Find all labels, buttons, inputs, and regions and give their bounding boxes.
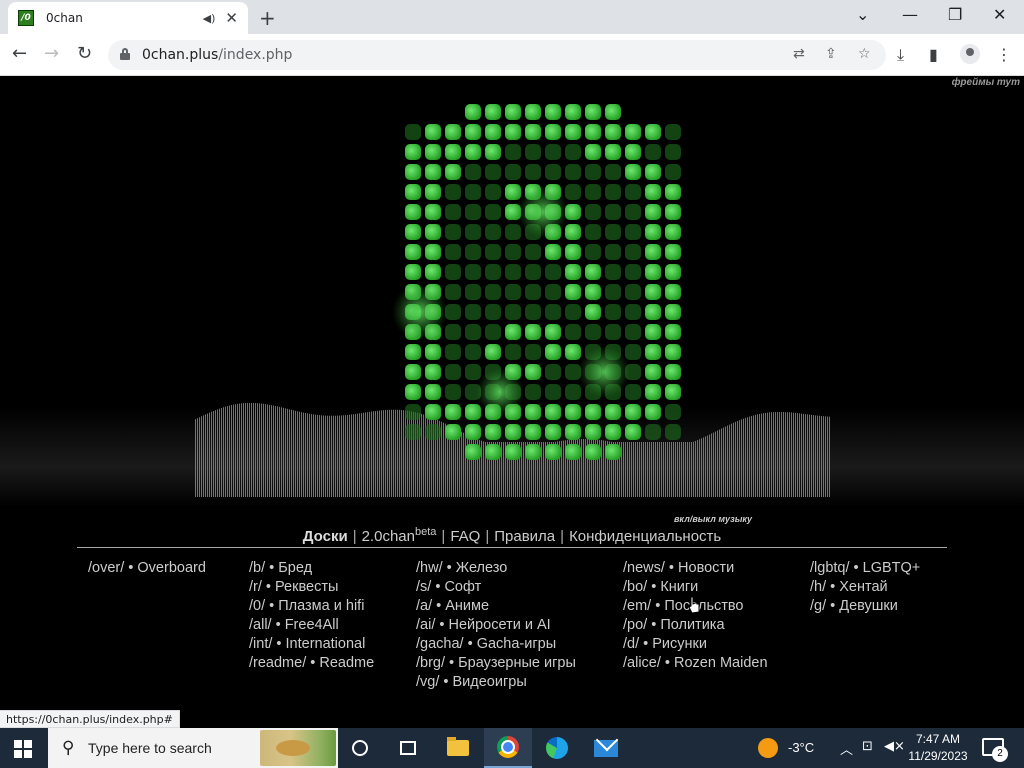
- network-icon[interactable]: ⊡: [862, 739, 873, 754]
- menu-rules[interactable]: Правила: [494, 528, 555, 545]
- windows-start-icon[interactable]: [14, 740, 32, 758]
- speaker-icon[interactable]: ◀): [203, 12, 216, 25]
- board-link[interactable]: /a/ • Аниме: [416, 597, 576, 616]
- board-column-3: /hw/ • Железо /s/ • Софт /a/ • Аниме /ai…: [416, 559, 576, 692]
- forward-button[interactable]: →: [44, 43, 59, 64]
- close-window-button[interactable]: ✕: [993, 5, 1006, 24]
- board-link[interactable]: /b/ • Бред: [249, 559, 374, 578]
- side-panel-icon[interactable]: ▮: [929, 45, 938, 64]
- back-button[interactable]: ←: [12, 43, 27, 64]
- reload-button[interactable]: ↻: [77, 43, 92, 64]
- board-link[interactable]: /brg/ • Браузерные игры: [416, 654, 576, 673]
- bookmark-star-icon[interactable]: ☆: [858, 46, 871, 62]
- board-column-1: /over/ • Overboard: [88, 559, 206, 578]
- taskbar-search-box[interactable]: ⚲ Type here to search: [48, 728, 338, 768]
- tab-search-chevron-icon[interactable]: ⌄: [856, 5, 869, 24]
- board-link[interactable]: /all/ • Free4All: [249, 616, 374, 635]
- menu-boards[interactable]: Доски: [303, 528, 348, 545]
- tab-title: 0chan: [46, 11, 83, 25]
- logo-dot-matrix: [405, 104, 681, 460]
- download-icon[interactable]: ⤓: [897, 45, 904, 65]
- board-column-2: /b/ • Бред /r/ • Реквесты /0/ • Плазма и…: [249, 559, 374, 673]
- edge-icon[interactable]: [533, 728, 581, 768]
- top-menu: Доски | 2.0chanbeta | FAQ | Правила | Конфиденци…: [302, 526, 722, 545]
- menu-privacy[interactable]: Конфиденциальность: [569, 528, 721, 545]
- taskbar-clock[interactable]: 7:47 AM 11/29/2023: [906, 731, 970, 765]
- frames-link[interactable]: фреймы тут: [952, 77, 1020, 88]
- share-icon[interactable]: ⇪: [825, 46, 837, 62]
- lock-icon[interactable]: [120, 48, 130, 60]
- board-link[interactable]: /d/ • Рисунки: [623, 635, 768, 654]
- board-link[interactable]: /0/ • Плазма и hifi: [249, 597, 374, 616]
- board-link[interactable]: /bo/ • Книги: [623, 578, 768, 597]
- board-link[interactable]: /lgbtq/ • LGBTQ+: [810, 559, 920, 578]
- clock-date: 11/29/2023: [908, 749, 968, 763]
- board-link[interactable]: /hw/ • Железо: [416, 559, 576, 578]
- profile-avatar[interactable]: [960, 44, 980, 64]
- board-link[interactable]: /readme/ • Readme: [249, 654, 374, 673]
- translate-icon[interactable]: ⇄: [793, 46, 805, 62]
- notification-count-badge: 2: [992, 746, 1008, 762]
- link-status-bar: https://0chan.plus/index.php#: [0, 710, 180, 728]
- board-link[interactable]: /g/ • Девушки: [810, 597, 920, 616]
- board-link[interactable]: /s/ • Софт: [416, 578, 576, 597]
- site-logo-visualizer: [195, 104, 830, 497]
- browser-tabstrip: /0 0chan ◀) ✕ + ⌄ — ❐ ✕: [0, 0, 1024, 34]
- file-explorer-icon[interactable]: [434, 728, 482, 768]
- tray-chevron-icon[interactable]: ︿: [840, 739, 853, 758]
- search-icon: ⚲: [62, 738, 75, 758]
- menu-faq[interactable]: FAQ: [450, 528, 480, 545]
- mail-icon[interactable]: [582, 728, 630, 768]
- menu-divider: [77, 547, 947, 548]
- url-text[interactable]: 0chan.plus/index.php: [142, 47, 292, 63]
- address-bar[interactable]: 0chan.plus/index.php ⇄ ⇪ ☆: [108, 40, 886, 70]
- board-link[interactable]: /po/ • Политика: [623, 616, 768, 635]
- menu-2-0chan[interactable]: 2.0chanbeta: [362, 526, 437, 545]
- weather-sun-icon[interactable]: [758, 738, 778, 758]
- browser-tab-active[interactable]: /0 0chan ◀) ✕: [8, 2, 248, 34]
- board-link[interactable]: /gacha/ • Gacha-игры: [416, 635, 576, 654]
- menu-kebab-icon[interactable]: ⋮: [996, 45, 1012, 64]
- task-view-button[interactable]: [384, 728, 432, 768]
- clock-time: 7:47 AM: [915, 732, 961, 746]
- hand-cursor-icon: [688, 596, 700, 614]
- board-column-4: /news/ • Новости /bo/ • Книги /em/ • Пос…: [623, 559, 768, 673]
- search-highlight-image[interactable]: [260, 730, 336, 766]
- board-link[interactable]: /int/ • International: [249, 635, 374, 654]
- close-tab-icon[interactable]: ✕: [225, 9, 238, 27]
- restore-button[interactable]: ❐: [948, 5, 962, 24]
- volume-muted-icon[interactable]: ◀×: [884, 739, 905, 754]
- music-toggle-link[interactable]: вкл/выкл музыку: [674, 514, 752, 524]
- minimize-button[interactable]: —: [902, 5, 918, 24]
- search-placeholder[interactable]: Type here to search: [88, 740, 212, 756]
- board-column-5: /lgbtq/ • LGBTQ+ /h/ • Хентай /g/ • Деву…: [810, 559, 920, 616]
- new-tab-button[interactable]: +: [259, 6, 276, 30]
- board-link[interactable]: /alice/ • Rozen Maiden: [623, 654, 768, 673]
- board-link[interactable]: /news/ • Новости: [623, 559, 768, 578]
- cortana-button[interactable]: [336, 728, 384, 768]
- board-link[interactable]: /vg/ • Видеоигры: [416, 673, 576, 692]
- page-content: фреймы тут вкл/выкл музыку Доски | 2.0chan…: [0, 77, 1024, 728]
- site-favicon: /0: [18, 10, 34, 26]
- board-link[interactable]: /over/ • Overboard: [88, 559, 206, 578]
- board-link[interactable]: /r/ • Реквесты: [249, 578, 374, 597]
- browser-toolbar: ← → ↻ 0chan.plus/index.php ⇄ ⇪ ☆ ⤓ ▮ ⋮: [0, 34, 1024, 76]
- weather-temperature[interactable]: -3°C: [788, 740, 814, 755]
- chrome-icon[interactable]: [484, 728, 532, 768]
- board-link[interactable]: /h/ • Хентай: [810, 578, 920, 597]
- windows-taskbar: ⚲ Type here to search -3°C ︿ ⊡ ◀× 7:47 A…: [0, 728, 1024, 768]
- board-link[interactable]: /ai/ • Нейросети и AI: [416, 616, 576, 635]
